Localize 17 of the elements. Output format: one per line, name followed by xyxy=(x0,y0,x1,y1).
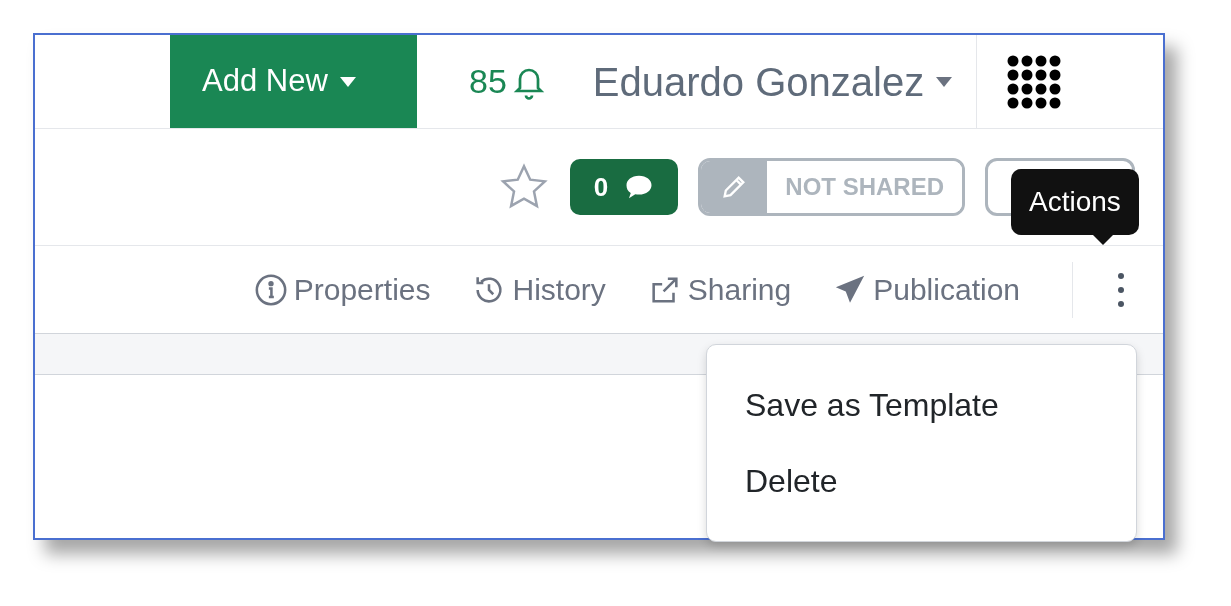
more-actions-icon[interactable] xyxy=(1117,271,1125,308)
tooltip-pointer xyxy=(1092,235,1113,245)
caret-icon xyxy=(936,76,953,87)
user-menu-button[interactable]: Eduardo Gonzalez xyxy=(592,35,953,128)
app-grid-icon[interactable] xyxy=(1007,54,1062,109)
comments-button[interactable]: 0 xyxy=(569,159,679,215)
info-icon xyxy=(253,272,288,307)
menu-item[interactable]: Save as Template xyxy=(707,367,1136,443)
tab[interactable]: History xyxy=(472,267,606,312)
tab[interactable]: Publication xyxy=(833,267,1020,312)
add-new-button[interactable]: Add New xyxy=(170,35,417,128)
tab[interactable]: Sharing xyxy=(647,267,792,312)
caret-icon xyxy=(339,76,356,87)
notifications-button[interactable]: 85 xyxy=(469,35,547,128)
tab[interactable]: Properties xyxy=(253,267,431,312)
tooltip: Actions xyxy=(1011,169,1139,235)
menu-item[interactable]: Delete xyxy=(707,443,1136,519)
